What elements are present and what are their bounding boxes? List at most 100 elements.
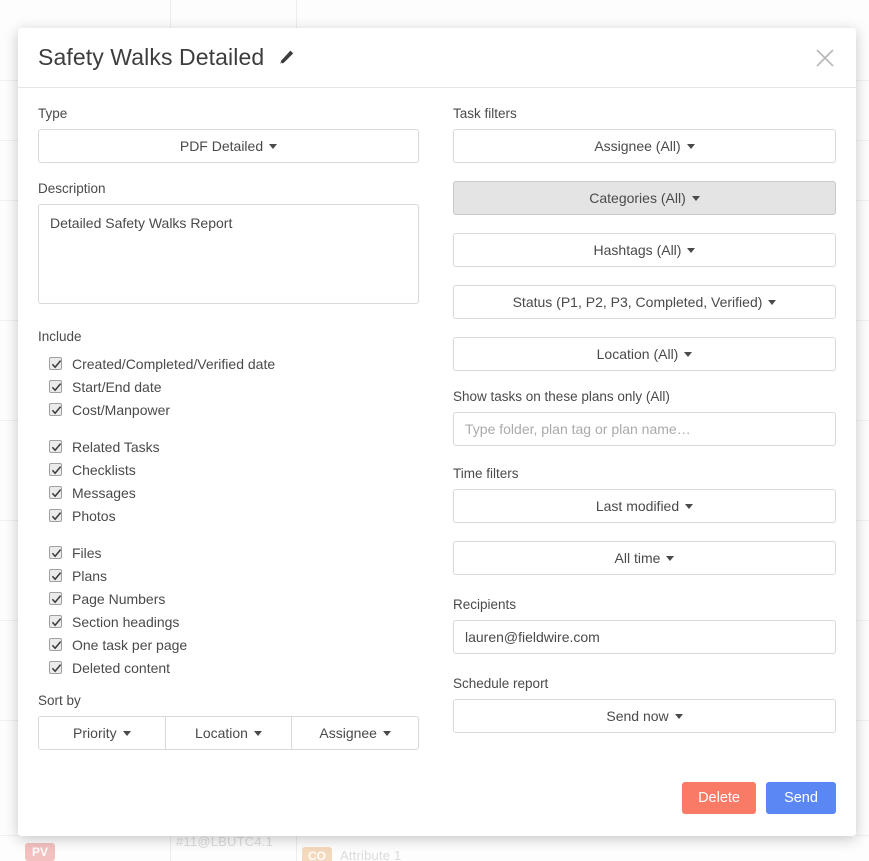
task-filters-list: Assignee (All) Categories (All) Hashtags (… — [453, 129, 836, 371]
include-checkbox-row[interactable]: Section headings — [38, 610, 419, 633]
dialog-footer: Delete Send — [682, 782, 836, 814]
chevron-down-icon — [269, 143, 278, 149]
recipients-input[interactable] — [453, 620, 836, 654]
task-filter-status-p1-p2-p3-completed-verified-dropdown[interactable]: Status (P1, P2, P3, Completed, Verified) — [453, 285, 836, 319]
include-checkbox-row[interactable]: One task per page — [38, 633, 419, 656]
include-checkbox-label: Cost/Manpower — [72, 401, 171, 418]
sort-by-option-label: Priority — [73, 725, 117, 741]
include-checkbox-row[interactable]: Deleted content — [38, 656, 419, 679]
checkbox-icon[interactable] — [49, 357, 62, 370]
include-checkbox-row[interactable]: Related Tasks — [38, 435, 419, 458]
sort-by-priority-button[interactable]: Priority — [38, 716, 166, 750]
sort-by-option-label: Assignee — [319, 725, 377, 741]
include-checkbox-row[interactable]: Start/End date — [38, 375, 419, 398]
checkbox-icon[interactable] — [49, 638, 62, 651]
checkbox-icon[interactable] — [49, 463, 62, 476]
dropdown-value: Assignee (All) — [594, 138, 681, 154]
include-checkbox-label: Start/End date — [72, 378, 162, 395]
dropdown-value: Location (All) — [596, 346, 679, 362]
dropdown-value: Hashtags (All) — [593, 242, 682, 258]
checkbox-icon[interactable] — [49, 380, 62, 393]
avatar-badge: CO — [302, 847, 332, 861]
include-checkbox-row[interactable]: Cost/Manpower — [38, 398, 419, 421]
include-checkbox-row[interactable]: Plans — [38, 564, 419, 587]
checkbox-icon[interactable] — [49, 403, 62, 416]
chevron-down-icon — [382, 730, 391, 736]
chevron-down-icon — [685, 503, 694, 509]
chevron-down-icon — [691, 195, 700, 201]
time-filter-last-modified-dropdown[interactable]: Last modified — [453, 489, 836, 523]
delete-button[interactable]: Delete — [682, 782, 756, 814]
pencil-icon[interactable] — [278, 45, 295, 72]
task-filter-categories-all-dropdown[interactable]: Categories (All) — [453, 181, 836, 215]
checkbox-icon[interactable] — [49, 615, 62, 628]
sort-by-assignee-button[interactable]: Assignee — [292, 716, 420, 750]
dropdown-value: Categories (All) — [589, 190, 686, 206]
dropdown-value: Last modified — [595, 498, 680, 514]
checkbox-icon[interactable] — [49, 440, 62, 453]
include-checkbox-label: Messages — [72, 484, 136, 501]
chevron-down-icon — [684, 351, 693, 357]
send-button[interactable]: Send — [766, 782, 836, 814]
include-checkbox-label: One task per page — [72, 636, 188, 653]
include-checkbox-row[interactable]: Checklists — [38, 458, 419, 481]
right-column: Task filters Assignee (All) Categories (A… — [453, 106, 836, 751]
description-label: Description — [38, 181, 106, 196]
close-icon[interactable] — [810, 43, 840, 73]
checkbox-icon[interactable] — [49, 569, 62, 582]
dialog-title-text: Safety Walks Detailed — [38, 43, 265, 70]
type-dropdown-value: PDF Detailed — [179, 138, 264, 154]
include-group: Related Tasks Checklists Messages Photos — [38, 435, 419, 527]
report-settings-dialog: Safety Walks Detailed Type PDF Detailed … — [18, 28, 856, 836]
checkbox-icon[interactable] — [49, 509, 62, 522]
chevron-down-icon — [686, 143, 695, 149]
background-text: Attribute 1 — [340, 848, 402, 861]
background-text: #11@LBUTC4.1 — [176, 834, 274, 849]
chevron-down-icon — [253, 730, 262, 736]
task-filters-label: Task filters — [453, 106, 517, 121]
include-checkbox-groups: Created/Completed/Verified date Start/End… — [38, 352, 419, 679]
sort-by-location-button[interactable]: Location — [165, 716, 293, 750]
include-checkbox-label: Created/Completed/Verified date — [72, 355, 276, 372]
chevron-down-icon — [122, 730, 131, 736]
description-textarea[interactable] — [38, 204, 419, 304]
left-column: Type PDF Detailed Description Include Cr… — [38, 106, 420, 751]
include-checkbox-label: Checklists — [72, 461, 136, 478]
include-checkbox-row[interactable]: Page Numbers — [38, 587, 419, 610]
checkbox-icon[interactable] — [49, 486, 62, 499]
plans-input[interactable] — [453, 412, 836, 446]
type-dropdown[interactable]: PDF Detailed — [38, 129, 419, 163]
chevron-down-icon — [687, 247, 696, 253]
task-filter-location-all-dropdown[interactable]: Location (All) — [453, 337, 836, 371]
include-checkbox-label: Plans — [72, 567, 108, 584]
avatar-badge: PV — [25, 843, 55, 861]
sort-by-group: Priority Location Assignee — [38, 716, 420, 750]
time-filters-list: Last modified All time — [453, 489, 836, 575]
include-checkbox-row[interactable]: Files — [38, 541, 419, 564]
include-checkbox-row[interactable]: Created/Completed/Verified date — [38, 352, 419, 375]
sort-by-option-label: Location — [195, 725, 248, 741]
recipients-label: Recipients — [453, 597, 517, 612]
checkbox-icon[interactable] — [49, 661, 62, 674]
checkbox-icon[interactable] — [49, 546, 62, 559]
type-label: Type — [38, 106, 68, 121]
chevron-down-icon — [768, 299, 777, 305]
include-checkbox-label: Related Tasks — [72, 438, 160, 455]
include-checkbox-label: Photos — [72, 507, 116, 524]
task-filter-assignee-all-dropdown[interactable]: Assignee (All) — [453, 129, 836, 163]
time-filters-label: Time filters — [453, 466, 519, 481]
checkbox-icon[interactable] — [49, 592, 62, 605]
chevron-down-icon — [674, 713, 683, 719]
task-filter-hashtags-all-dropdown[interactable]: Hashtags (All) — [453, 233, 836, 267]
time-filter-all-time-dropdown[interactable]: All time — [453, 541, 836, 575]
dropdown-value: All time — [614, 550, 661, 566]
include-checkbox-label: Files — [72, 544, 102, 561]
plans-label: Show tasks on these plans only (All) — [453, 389, 670, 404]
dialog-body: Type PDF Detailed Description Include Cr… — [18, 88, 856, 751]
include-checkbox-row[interactable]: Photos — [38, 504, 419, 527]
schedule-dropdown[interactable]: Send now — [453, 699, 836, 733]
dialog-header: Safety Walks Detailed — [18, 28, 856, 88]
include-checkbox-row[interactable]: Messages — [38, 481, 419, 504]
schedule-dropdown-value: Send now — [606, 708, 669, 724]
include-checkbox-label: Deleted content — [72, 659, 171, 676]
